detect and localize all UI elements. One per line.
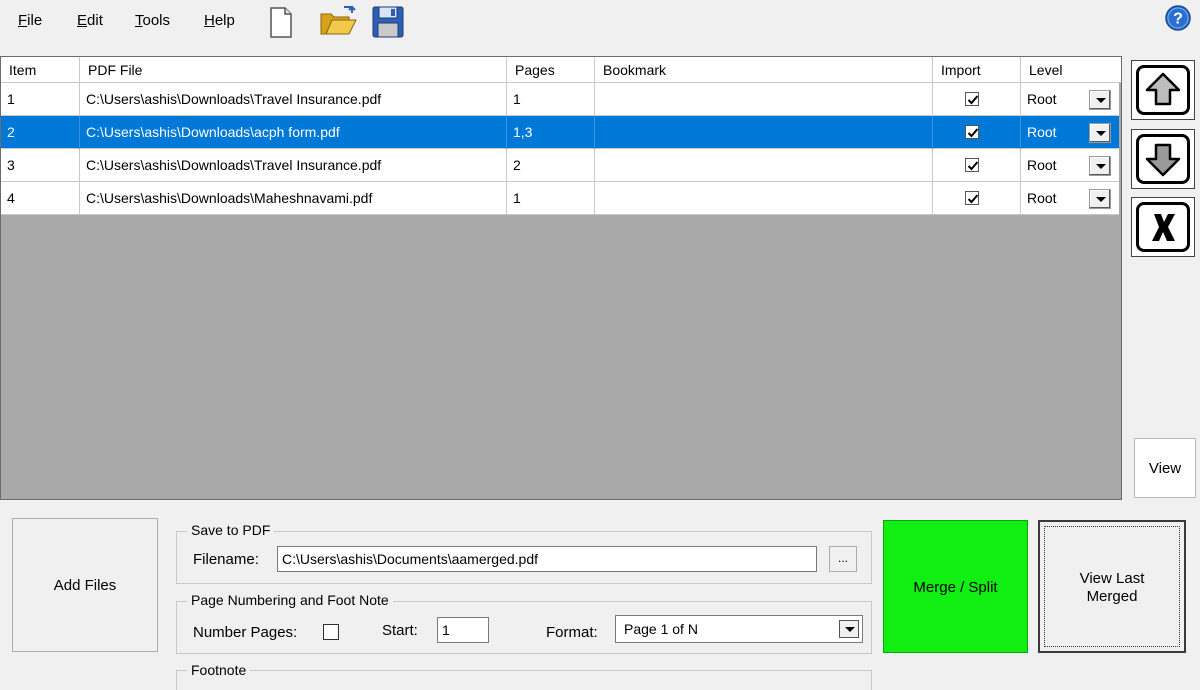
cell-level[interactable]: Root [1021,116,1119,149]
cell-pdf-file[interactable]: C:\Users\ashis\Downloads\Travel Insuranc… [80,83,507,116]
x-remove-icon [1136,202,1190,252]
add-files-button[interactable]: Add Files [12,518,158,652]
level-dropdown-button[interactable] [1089,156,1111,176]
import-checkbox[interactable] [965,158,979,172]
import-checkbox[interactable] [965,191,979,205]
chevron-down-icon [1096,197,1106,202]
cell-item[interactable]: 4 [1,182,80,215]
level-value: Root [1027,124,1057,140]
footnote-title: Footnote [187,662,251,678]
table-row[interactable]: 3 C:\Users\ashis\Downloads\Travel Insuran… [1,149,1119,182]
view-last-line1: View Last [1079,570,1145,587]
page-numbering-group: Page Numbering and Foot Note Number Page… [176,592,872,654]
number-pages-label: Number Pages: [193,624,298,641]
column-header-import[interactable]: Import [933,57,1021,83]
page-numbering-title: Page Numbering and Foot Note [187,592,393,608]
filename-input[interactable]: C:\Users\ashis\Documents\aamerged.pdf [277,546,817,572]
level-dropdown-button[interactable] [1089,123,1111,143]
cell-bookmark[interactable] [595,116,933,149]
format-select[interactable]: Page 1 of N [615,615,863,643]
level-value: Root [1027,190,1057,206]
level-dropdown-button[interactable] [1089,90,1111,110]
view-last-merged-button[interactable]: View Last Merged [1038,520,1186,653]
column-header-item[interactable]: Item [1,57,80,83]
table-row[interactable]: 1 C:\Users\ashis\Downloads\Travel Insuran… [1,83,1119,116]
menu-tools[interactable]: Tools [135,12,170,29]
start-label: Start: [382,622,418,639]
cell-item[interactable]: 1 [1,83,80,116]
view-last-line2: Merged [1086,588,1138,605]
cell-item[interactable]: 3 [1,149,80,182]
cell-pages[interactable]: 1,3 [507,116,595,149]
merge-split-button[interactable]: Merge / Split [883,520,1028,653]
cell-bookmark[interactable] [595,149,933,182]
arrow-down-icon [1136,134,1190,184]
view-button[interactable]: View [1134,438,1196,498]
cell-import [933,182,1021,215]
column-header-bookmark[interactable]: Bookmark [595,57,933,83]
column-header-pages[interactable]: Pages [507,57,595,83]
arrow-up-icon [1136,65,1190,115]
file-grid[interactable]: Item PDF File Pages Bookmark Import Leve… [0,56,1122,500]
chevron-down-icon [1096,164,1106,169]
format-value: Page 1 of N [624,621,698,637]
import-checkbox[interactable] [965,92,979,106]
check-icon [967,128,979,138]
cell-level[interactable]: Root [1021,83,1119,116]
remove-button[interactable] [1131,197,1195,257]
cell-pages[interactable]: 1 [507,182,595,215]
cell-pdf-file[interactable]: C:\Users\ashis\Downloads\Travel Insuranc… [80,149,507,182]
cell-pdf-file[interactable]: C:\Users\ashis\Downloads\Maheshnavami.pd… [80,182,507,215]
cell-pages[interactable]: 2 [507,149,595,182]
save-to-pdf-group: Save to PDF Filename: C:\Users\ashis\Doc… [176,522,872,584]
menu-file[interactable]: File [18,12,42,29]
cell-bookmark[interactable] [595,182,933,215]
column-header-pdf-file[interactable]: PDF File [80,57,507,83]
chevron-down-icon [1096,98,1106,103]
import-checkbox[interactable] [965,125,979,139]
grid-header: Item PDF File Pages Bookmark Import Leve… [1,57,1121,83]
menu-edit[interactable]: Edit [77,12,103,29]
chevron-down-icon [1096,131,1106,136]
table-row[interactable]: 4 C:\Users\ashis\Downloads\Maheshnavami.p… [1,182,1119,215]
check-icon [967,161,979,171]
level-value: Root [1027,157,1057,173]
format-label: Format: [546,624,598,641]
table-row[interactable]: 2 C:\Users\ashis\Downloads\acph form.pdf 1… [1,116,1119,149]
cell-pdf-file[interactable]: C:\Users\ashis\Downloads\acph form.pdf [80,116,507,149]
start-input[interactable]: 1 [437,617,489,643]
cell-level[interactable]: Root [1021,182,1119,215]
save-disk-icon[interactable] [370,4,406,40]
filename-label: Filename: [193,551,259,568]
cell-import [933,83,1021,116]
check-icon [967,194,979,204]
save-to-pdf-title: Save to PDF [187,522,275,538]
cell-level[interactable]: Root [1021,149,1119,182]
browse-button[interactable]: ... [829,546,857,572]
column-header-level[interactable]: Level [1021,57,1121,83]
level-dropdown-button[interactable] [1089,189,1111,209]
level-value: Root [1027,91,1057,107]
move-down-button[interactable] [1131,129,1195,189]
cell-import [933,149,1021,182]
footnote-group: Footnote [176,662,872,690]
number-pages-checkbox[interactable] [323,624,339,640]
check-icon [967,95,979,105]
cell-bookmark[interactable] [595,83,933,116]
menu-bar: File Edit Tools Help ? [0,0,1200,44]
open-folder-icon[interactable] [318,4,357,40]
move-up-button[interactable] [1131,60,1195,120]
svg-text:?: ? [1173,11,1183,28]
menu-help[interactable]: Help [204,12,235,29]
chevron-down-icon [839,620,859,638]
new-document-icon[interactable] [262,4,298,40]
cell-import [933,116,1021,149]
help-icon[interactable]: ? [1164,4,1192,32]
cell-item[interactable]: 2 [1,116,80,149]
cell-pages[interactable]: 1 [507,83,595,116]
